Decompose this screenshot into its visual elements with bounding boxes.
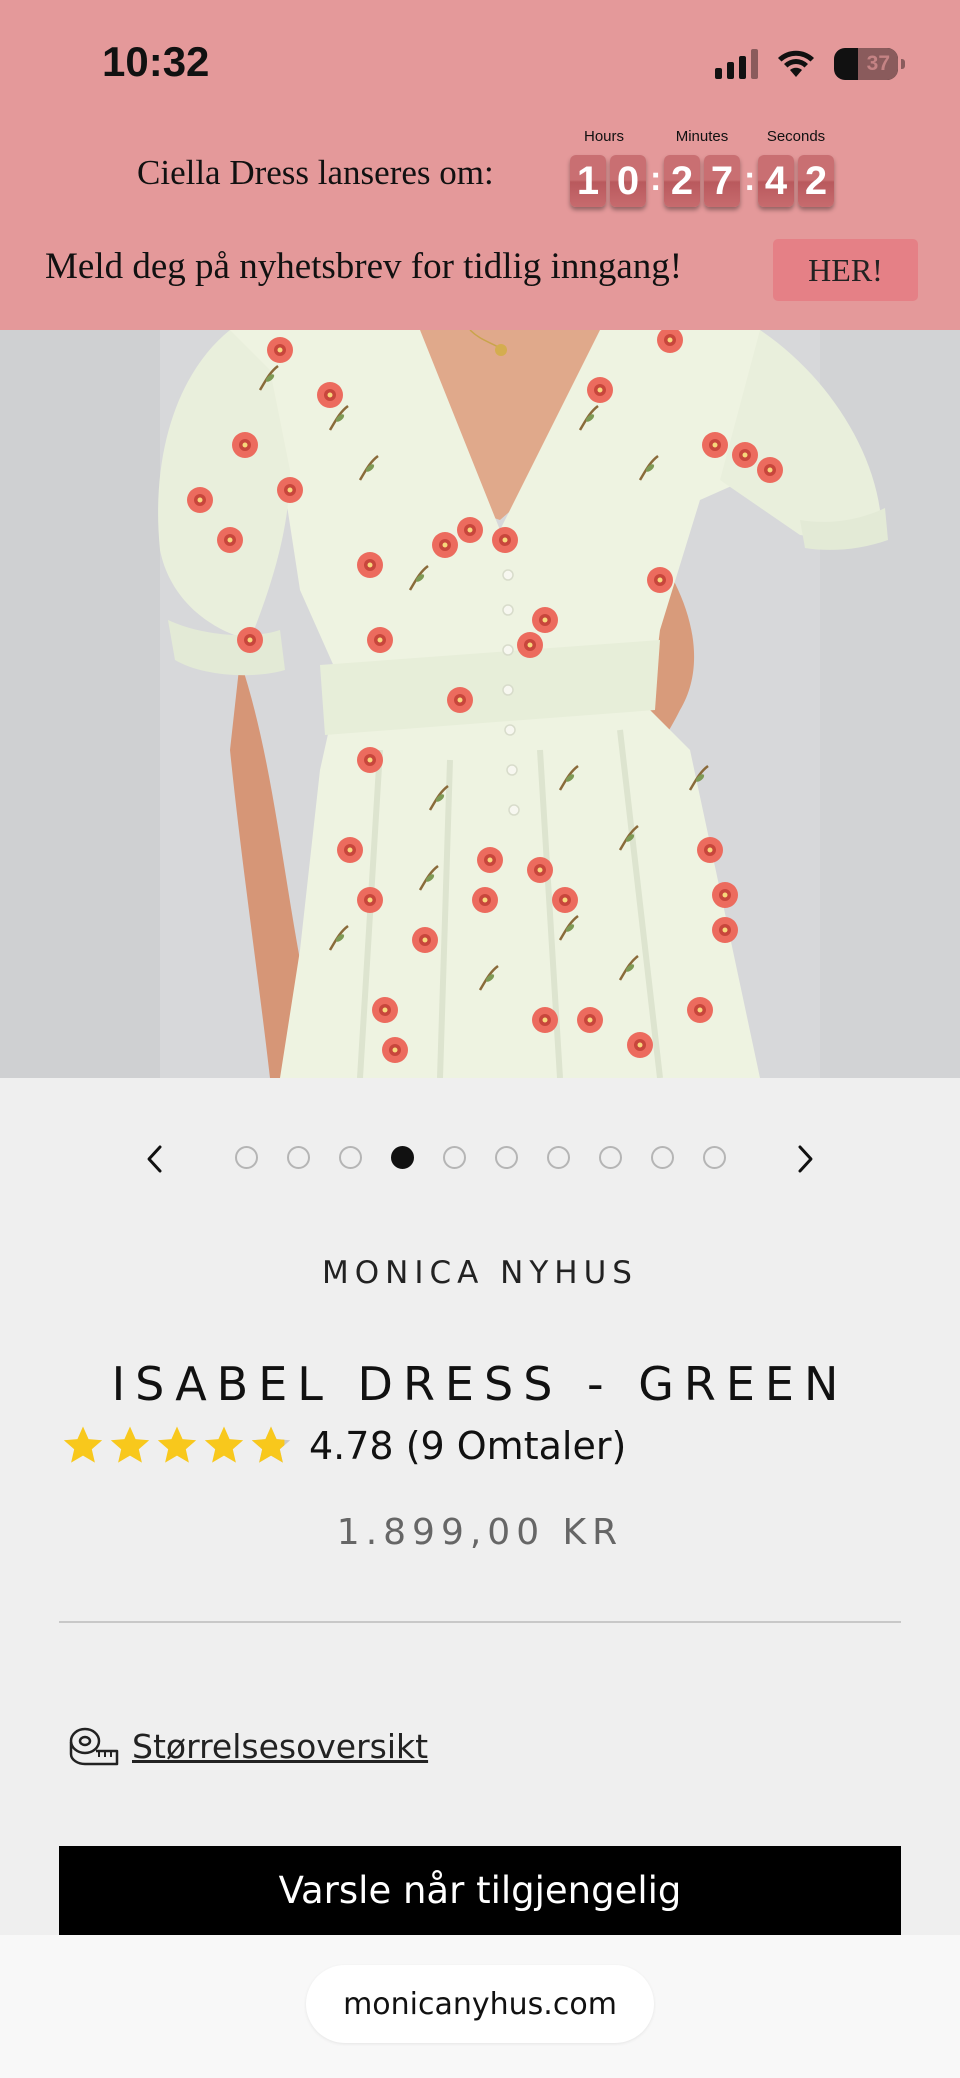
carousel-dot[interactable] xyxy=(703,1146,726,1169)
rating-text: 4.78 (9 Omtaler) xyxy=(309,1424,627,1468)
countdown-separator: : xyxy=(744,160,756,198)
carousel-dot[interactable] xyxy=(287,1146,310,1169)
seconds-label: Seconds xyxy=(766,128,826,145)
carousel-dot-active[interactable] xyxy=(391,1146,414,1169)
divider xyxy=(59,1621,901,1623)
countdown-timer: Hours Minutes Seconds 1 0 : 2 7 : 4 2 xyxy=(568,128,840,212)
launch-countdown-text: Ciella Dress lanseres om: xyxy=(137,153,494,192)
product-image[interactable] xyxy=(0,330,960,1078)
star-icon xyxy=(154,1423,200,1469)
product-title: ISABEL DRESS - GREEN xyxy=(111,1357,849,1411)
star-icon xyxy=(60,1423,106,1469)
carousel-dot[interactable] xyxy=(651,1146,674,1169)
hours-label: Hours xyxy=(583,128,624,145)
signal-icon xyxy=(715,49,758,79)
star-icon xyxy=(107,1423,153,1469)
status-time: 10:32 xyxy=(102,38,210,85)
carousel-dot[interactable] xyxy=(599,1146,622,1169)
seconds-digit-1: 4 xyxy=(758,155,794,207)
brand-name[interactable]: MONICA NYHUS xyxy=(0,1255,960,1291)
measuring-tape-icon xyxy=(69,1727,119,1766)
image-carousel-nav xyxy=(0,1128,960,1188)
newsletter-signup-button[interactable]: HER! xyxy=(773,239,918,301)
hours-digit-1: 1 xyxy=(570,155,606,207)
minutes-label: Minutes xyxy=(675,128,729,145)
address-bar[interactable]: monicanyhus.com xyxy=(306,1965,654,2043)
product-price: 1.899,00 KR xyxy=(336,1512,624,1553)
carousel-dot[interactable] xyxy=(443,1146,466,1169)
product-rating[interactable]: 4.78 (9 Omtaler) xyxy=(60,1418,626,1474)
size-guide-label: Størrelsesoversikt xyxy=(132,1726,429,1766)
minutes-digit-1: 2 xyxy=(664,155,700,207)
promo-banner: 10:32 37 Ciella Dress lanseres om: Hours… xyxy=(0,0,960,330)
dress-photo xyxy=(0,330,960,1078)
previous-image-arrow-icon[interactable] xyxy=(130,1134,180,1184)
seconds-digit-2: 2 xyxy=(798,155,834,207)
status-icons: 37 xyxy=(715,44,905,84)
browser-bottom-bar: monicanyhus.com xyxy=(0,1935,960,2078)
battery-icon: 37 xyxy=(834,48,905,80)
carousel-dots xyxy=(235,1146,726,1169)
minutes-digit-2: 7 xyxy=(704,155,740,207)
carousel-dot[interactable] xyxy=(339,1146,362,1169)
battery-level: 37 xyxy=(866,52,890,75)
next-image-arrow-icon[interactable] xyxy=(780,1134,830,1184)
star-icon-partial xyxy=(248,1423,294,1469)
carousel-dot[interactable] xyxy=(547,1146,570,1169)
newsletter-text: Meld deg på nyhetsbrev for tidlig inngan… xyxy=(45,246,683,287)
size-guide-link[interactable]: Størrelsesoversikt xyxy=(68,1724,428,1768)
hours-digit-2: 0 xyxy=(610,155,646,207)
star-icon xyxy=(201,1423,247,1469)
countdown-separator: : xyxy=(650,160,662,198)
wifi-icon xyxy=(778,50,814,77)
carousel-dot[interactable] xyxy=(235,1146,258,1169)
carousel-dot[interactable] xyxy=(495,1146,518,1169)
